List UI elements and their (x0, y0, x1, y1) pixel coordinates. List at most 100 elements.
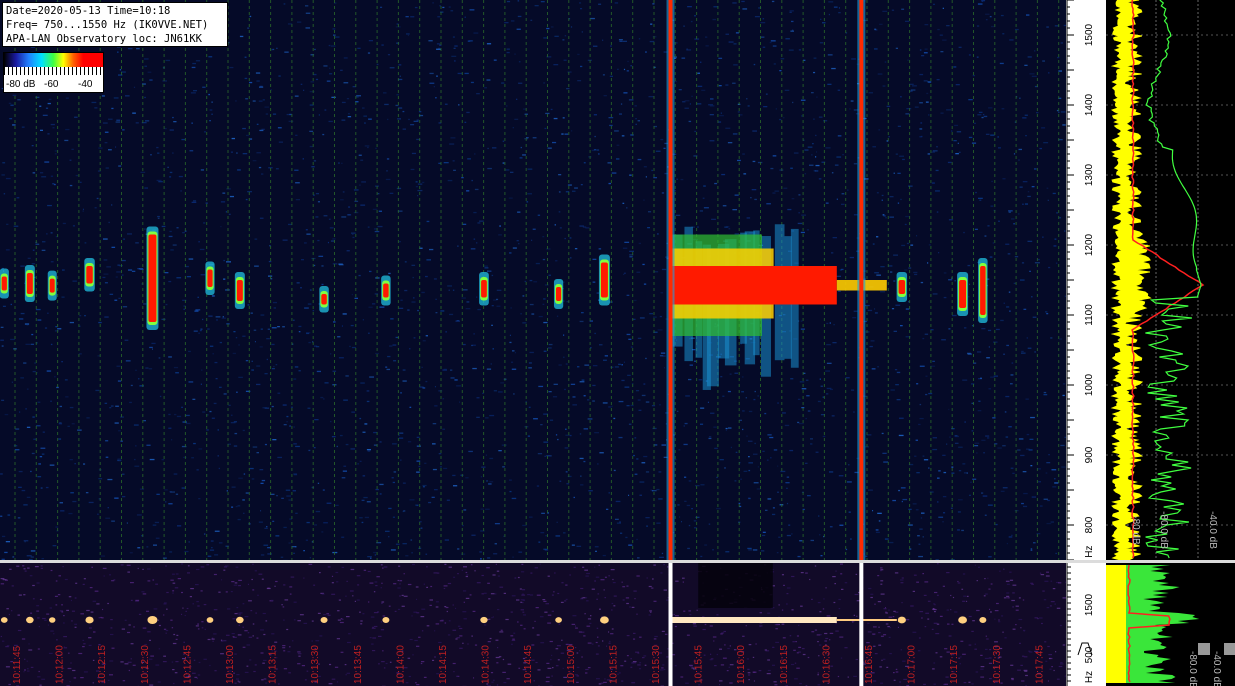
time-label: 10:16:00 (736, 645, 747, 684)
time-label: 10:15:30 (651, 645, 662, 684)
overview-echo (320, 617, 328, 623)
overview-echo (600, 616, 609, 624)
overview-echo (555, 617, 562, 623)
overview-echo (0, 617, 8, 623)
scale-mid-label: -60 (44, 79, 59, 90)
frequency-axis: 1500 1400 1300 1200 1100 1000 900 800 Hz (1066, 0, 1106, 560)
meteor-echo (148, 234, 157, 322)
overview-echo (85, 616, 94, 624)
meteor-echo (1, 276, 7, 291)
color-scale-bar (4, 53, 103, 67)
overview-echo (979, 617, 987, 623)
time-label: 10:12:15 (97, 645, 108, 684)
overview-marker (1198, 643, 1210, 655)
date-time-label: Date=2020-05-13 Time=10:18 (6, 5, 171, 17)
overview-dark-region (698, 563, 773, 608)
time-label: 10:17:00 (907, 645, 918, 684)
broadband-line (668, 0, 673, 560)
color-scale-ticks (4, 67, 103, 75)
frequency-tick-label: 1400 (1084, 93, 1095, 116)
overview-frequency-axis: 1500 500 Hz (1066, 563, 1106, 686)
time-label: 10:14:30 (481, 645, 492, 684)
meteor-echo (86, 266, 93, 284)
scale-max-label: -40 (78, 79, 93, 90)
frequency-unit-label: Hz (1084, 545, 1095, 557)
time-label: 10:13:45 (353, 645, 364, 684)
time-label: 10:14:00 (395, 645, 406, 684)
meteor-echo (959, 280, 967, 308)
meteor-echo (600, 262, 608, 298)
time-label: 10:15:15 (608, 645, 619, 684)
overview-echo (206, 617, 214, 623)
meteor-echo (207, 269, 213, 287)
frequency-tick-label: 1500 (1084, 23, 1095, 46)
overview-spectrum-panel: -80.0 dB -40.0 dB (1106, 563, 1235, 686)
time-label: 10:15:00 (566, 645, 577, 684)
overview-echo (147, 616, 158, 624)
overview-waterfall: 10:11:45 10:12:00 10:12:15 10:12:30 10:12:45… (0, 563, 1066, 686)
time-label: 10:11:45 (12, 645, 23, 684)
frequency-tick-label: 1000 (1084, 373, 1095, 396)
info-header: Date=2020-05-13 Time=10:18 Freq= 750...1… (2, 2, 228, 47)
meteor-echo (383, 283, 389, 298)
meteor-echo (898, 280, 906, 294)
frequency-tick-label: 1100 (1084, 304, 1095, 326)
meteor-echo (49, 278, 55, 293)
overview-echo (236, 616, 244, 624)
time-label: 10:12:00 (55, 645, 66, 684)
time-label: 10:13:30 (310, 645, 321, 684)
overview-db-label: -40.0 dB (1211, 651, 1222, 686)
db-scale-label: -80.0 dB (1158, 511, 1169, 549)
overview-echo (49, 617, 56, 623)
time-label: 10:12:45 (182, 645, 193, 684)
average-spectrum-trace (1110, 0, 1152, 560)
frequency-tick-label: 900 (1084, 446, 1095, 463)
frequency-tick-label: 1300 (1084, 163, 1095, 186)
overview-echo-trail (670, 617, 837, 623)
meteor-echo (481, 280, 487, 298)
overview-unit-label: Hz (1084, 671, 1095, 683)
overview-echo (958, 616, 967, 624)
time-label: 10:13:00 (225, 645, 236, 684)
time-label: 10:15:45 (694, 645, 705, 684)
overview-broadband-line (859, 563, 864, 686)
time-label: 10:16:45 (864, 645, 875, 684)
meteor-echo (321, 294, 327, 305)
main-waterfall (0, 0, 1066, 560)
db-scale-label: -40.0 dB (1207, 511, 1218, 549)
overview-echo (382, 617, 390, 623)
overview-marker (1224, 643, 1235, 655)
scale-min-label: -80 dB (6, 79, 36, 90)
overview-echo (897, 616, 906, 624)
meteor-echo (980, 266, 986, 315)
observatory-label: APA-LAN Observatory loc: JN61KK (6, 33, 202, 45)
meteor-echo (26, 273, 33, 294)
overview-broadband-line (668, 563, 673, 686)
meteor-echo (236, 280, 243, 301)
color-scale-legend: -80 dB -60 -40 (3, 52, 104, 93)
time-label: 10:17:45 (1034, 645, 1045, 684)
overview-avg-band (1106, 565, 1126, 683)
time-label: 10:14:45 (523, 645, 534, 684)
echo-core (670, 266, 837, 305)
frequency-range-label: Freq= 750...1550 Hz (IK0VVE.NET) (6, 19, 209, 31)
frequency-tick-label: 800 (1084, 516, 1095, 533)
broadband-line (859, 0, 864, 560)
overview-db-label: -80.0 dB (1187, 651, 1198, 686)
db-scale-label: -80 dB (1130, 515, 1141, 545)
time-label: 10:14:15 (438, 645, 449, 684)
spectrum-panel: -80 dB -80.0 dB -40.0 dB (1106, 0, 1235, 560)
overview-tick-label: 1500 (1084, 593, 1095, 616)
waterfall-plot (0, 0, 1066, 560)
time-label: 10:17:30 (992, 645, 1003, 684)
time-label: 10:13:15 (268, 645, 279, 684)
overview-echo (26, 616, 34, 624)
overview-echo (480, 616, 488, 624)
time-label: 10:12:30 (140, 645, 151, 684)
meteor-echo (555, 287, 562, 301)
overview-echo-tail (836, 619, 897, 621)
time-label: 10:17:15 (949, 645, 960, 684)
long-echo (670, 224, 887, 390)
time-label: 10:16:30 (821, 645, 832, 684)
time-label: 10:16:15 (779, 645, 790, 684)
